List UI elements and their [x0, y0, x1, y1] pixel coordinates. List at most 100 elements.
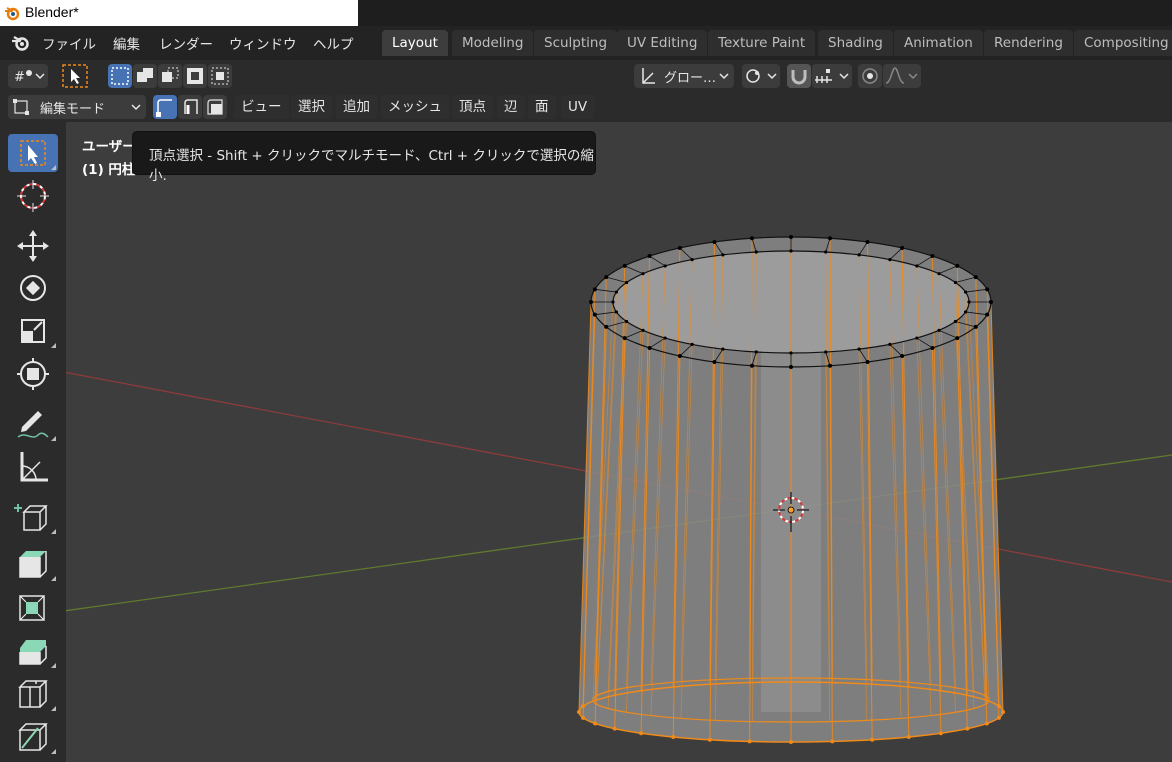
- mode-dropdown[interactable]: 編集モード: [8, 95, 146, 119]
- tool-select-box[interactable]: [8, 134, 58, 172]
- snap-target-dropdown[interactable]: [812, 64, 852, 88]
- menu-select[interactable]: 選択: [291, 95, 332, 119]
- vertex-selected: [938, 731, 943, 736]
- menu-add[interactable]: 追加: [336, 95, 377, 119]
- select-intersect-icon: [211, 67, 229, 85]
- vertex: [888, 257, 892, 262]
- vertex: [953, 319, 958, 324]
- select-mode-extend[interactable]: [133, 64, 157, 88]
- tool-scale[interactable]: [8, 312, 58, 350]
- menu-uv[interactable]: UV: [561, 95, 595, 119]
- menu-window[interactable]: ウィンドウ: [229, 33, 297, 53]
- menu-file[interactable]: ファイル: [42, 33, 96, 53]
- snap-increment-icon: [815, 69, 849, 83]
- vertex: [888, 342, 892, 347]
- menu-view[interactable]: ビュー: [234, 95, 289, 119]
- proportional-falloff-dropdown[interactable]: [883, 64, 921, 88]
- tool-rotate[interactable]: [8, 269, 58, 307]
- vertex: [611, 300, 615, 304]
- transform-orientation-dropdown[interactable]: グロー…: [634, 64, 734, 88]
- edge-select-mode[interactable]: [178, 95, 202, 119]
- tool-cursor[interactable]: [8, 177, 58, 215]
- vertex: [963, 310, 968, 314]
- tab-compositing[interactable]: Compositing: [1074, 30, 1172, 56]
- menu-render[interactable]: レンダー: [159, 33, 213, 53]
- orientation-icon: [642, 68, 655, 84]
- vertex: [915, 264, 919, 268]
- tool-bevel[interactable]: [8, 632, 58, 670]
- chevron-down-icon: [719, 73, 729, 80]
- vertex: [749, 363, 754, 368]
- blender-menu-icon[interactable]: [10, 34, 30, 52]
- vertex: [647, 345, 652, 350]
- tab-sculpting[interactable]: Sculpting: [534, 30, 618, 56]
- select-mode-subtract[interactable]: [158, 64, 182, 88]
- select-mode-new[interactable]: [108, 64, 132, 88]
- select-mode-invert[interactable]: [183, 64, 207, 88]
- vertex: [955, 263, 960, 268]
- vertex: [624, 280, 629, 285]
- menu-mesh[interactable]: メッシュ: [381, 95, 449, 119]
- tab-texture-paint[interactable]: Texture Paint: [708, 30, 816, 56]
- select-mode-intersect[interactable]: [208, 64, 232, 88]
- tool-transform[interactable]: [8, 355, 58, 393]
- menu-face[interactable]: 面: [528, 95, 556, 119]
- cursor-icon: [17, 180, 49, 212]
- vertex-selected: [984, 721, 989, 726]
- menu-edge[interactable]: 辺: [497, 95, 525, 119]
- vertex: [624, 319, 629, 324]
- select-tool-indicator[interactable]: [60, 62, 90, 90]
- vertex-select-mode[interactable]: [153, 95, 177, 119]
- vertex: [900, 354, 905, 359]
- vertex: [865, 239, 870, 244]
- vertex: [604, 324, 609, 329]
- tool-loop-cut[interactable]: [8, 675, 58, 713]
- pivot-point-dropdown[interactable]: [742, 64, 780, 88]
- vertex: [641, 328, 645, 332]
- tab-modeling[interactable]: Modeling: [452, 30, 534, 56]
- svg-text:#: #: [14, 70, 25, 85]
- vertex-selected: [1001, 710, 1005, 714]
- 3d-viewport[interactable]: ユーザー (1) 円柱: [66, 122, 1172, 762]
- face-select-mode[interactable]: [203, 95, 227, 119]
- tab-layout[interactable]: Layout: [382, 30, 448, 56]
- tool-add-cube[interactable]: [8, 498, 58, 536]
- tool-measure[interactable]: [8, 448, 58, 486]
- measure-ruler-icon: [20, 452, 48, 482]
- vertex: [824, 250, 828, 254]
- menu-help[interactable]: ヘルプ: [313, 33, 354, 53]
- tool-knife[interactable]: [8, 718, 58, 756]
- mode-label: 編集モード: [40, 102, 106, 117]
- tool-settings-dropdown[interactable]: #: [8, 64, 48, 88]
- vertex-selected: [577, 710, 581, 714]
- select-invert-icon: [187, 68, 203, 84]
- vertex: [754, 350, 758, 354]
- vertex: [712, 239, 717, 244]
- tool-inset[interactable]: [8, 589, 58, 627]
- tool-annotate[interactable]: [8, 405, 58, 443]
- snap-toggle[interactable]: [787, 64, 811, 88]
- viewport-scene[interactable]: [66, 122, 1172, 762]
- tab-animation[interactable]: Animation: [894, 30, 983, 56]
- vertex: [989, 300, 993, 304]
- tool-move[interactable]: [8, 227, 58, 265]
- vertex-selected: [996, 704, 1001, 709]
- vertex: [647, 254, 652, 259]
- vertex-selected: [747, 739, 752, 744]
- edge-select-icon: [184, 99, 198, 114]
- menu-edit[interactable]: 編集: [113, 33, 140, 53]
- tool-variants-indicator: [51, 165, 56, 170]
- vertex-selected: [789, 740, 793, 744]
- vertex: [985, 287, 990, 292]
- vertex-selected: [612, 726, 617, 731]
- menu-vertex[interactable]: 頂点: [452, 95, 493, 119]
- proportional-edit-toggle[interactable]: [858, 64, 882, 88]
- vertex: [614, 290, 619, 294]
- tab-rendering[interactable]: Rendering: [984, 30, 1073, 56]
- tab-shading[interactable]: Shading: [818, 30, 893, 56]
- move-icon: [17, 230, 49, 262]
- viewport-header: 編集モード ビュー 選択 追加 メッシュ 頂点 辺 面 UV: [0, 92, 1172, 122]
- tool-extrude[interactable]: [8, 545, 58, 583]
- tab-uv-editing[interactable]: UV Editing: [617, 30, 708, 56]
- vertex: [915, 336, 919, 340]
